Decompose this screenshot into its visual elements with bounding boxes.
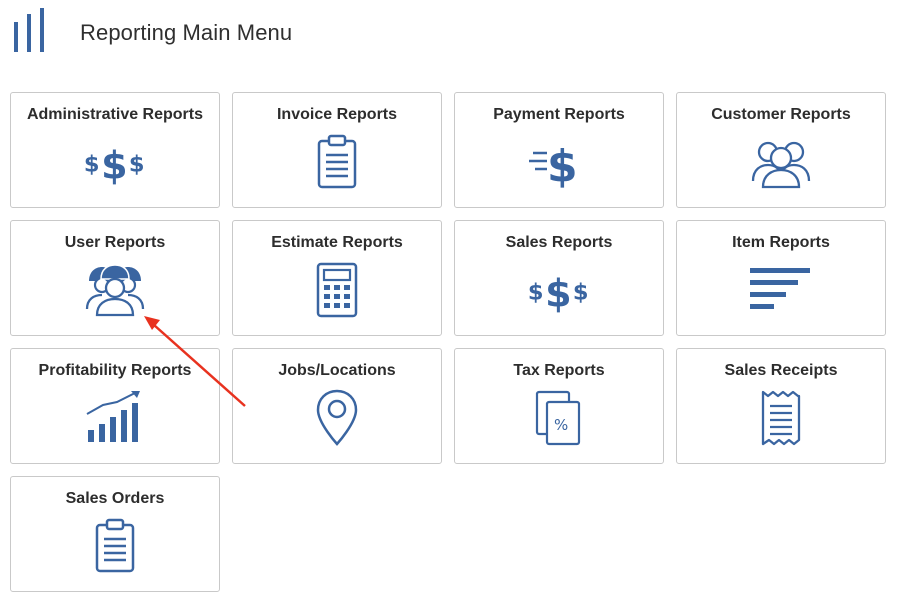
svg-text:$: $	[84, 152, 100, 178]
svg-text:$: $	[573, 280, 589, 306]
clipboard-icon	[83, 517, 147, 575]
triple-dollar-icon: $ $ $	[527, 261, 591, 319]
page-header: Reporting Main Menu	[0, 0, 903, 80]
tile-sales-receipts[interactable]: Sales Receipts	[676, 348, 886, 464]
tile-label: Sales Reports	[505, 234, 613, 251]
receipt-icon	[749, 389, 813, 447]
fast-dollar-icon: $	[527, 133, 591, 191]
svg-text:%: %	[554, 416, 568, 434]
svg-text:$: $	[547, 141, 578, 191]
calculator-icon	[305, 261, 369, 319]
tile-label: Payment Reports	[493, 106, 625, 123]
tile-user-reports[interactable]: User Reports	[10, 220, 220, 336]
tile-profitability-reports[interactable]: Profitability Reports	[10, 348, 220, 464]
svg-text:$: $	[528, 280, 544, 306]
tile-label: Invoice Reports	[276, 106, 398, 123]
tile-label: Administrative Reports	[26, 106, 204, 123]
workers-icon	[83, 261, 147, 319]
svg-text:$: $	[545, 271, 571, 315]
tile-invoice-reports[interactable]: Invoice Reports	[232, 92, 442, 208]
tile-label: User Reports	[64, 234, 166, 251]
tile-administrative-reports[interactable]: Administrative Reports $ $ $	[10, 92, 220, 208]
tile-label: Sales Orders	[65, 490, 165, 507]
clipboard-icon	[305, 133, 369, 191]
tile-jobs-locations[interactable]: Jobs/Locations	[232, 348, 442, 464]
tile-item-reports[interactable]: Item Reports	[676, 220, 886, 336]
reports-grid: Administrative Reports $ $ $ Invoice Rep…	[10, 92, 890, 602]
page-title: Reporting Main Menu	[80, 20, 293, 45]
tile-estimate-reports[interactable]: Estimate Reports	[232, 220, 442, 336]
tile-label: Tax Reports	[513, 362, 605, 379]
tile-label: Item Reports	[732, 234, 830, 251]
triple-dollar-icon: $ $ $	[83, 133, 147, 191]
tile-sales-reports[interactable]: Sales Reports $ $ $	[454, 220, 664, 336]
tile-customer-reports[interactable]: Customer Reports	[676, 92, 886, 208]
growth-chart-icon	[83, 389, 147, 447]
svg-text:$: $	[129, 152, 145, 178]
tile-label: Customer Reports	[711, 106, 851, 123]
percent-document-icon: %	[527, 389, 591, 447]
tile-sales-orders[interactable]: Sales Orders	[10, 476, 220, 592]
tile-label: Estimate Reports	[271, 234, 403, 251]
bar-chart-icon	[11, 8, 47, 54]
users-group-icon	[749, 133, 813, 191]
tile-label: Jobs/Locations	[278, 362, 396, 379]
map-pin-icon	[305, 389, 369, 447]
tile-tax-reports[interactable]: Tax Reports %	[454, 348, 664, 464]
svg-text:$: $	[101, 143, 127, 187]
list-bars-icon	[749, 261, 813, 319]
tile-label: Profitability Reports	[38, 362, 192, 379]
tile-label: Sales Receipts	[724, 362, 838, 379]
tile-payment-reports[interactable]: Payment Reports $	[454, 92, 664, 208]
